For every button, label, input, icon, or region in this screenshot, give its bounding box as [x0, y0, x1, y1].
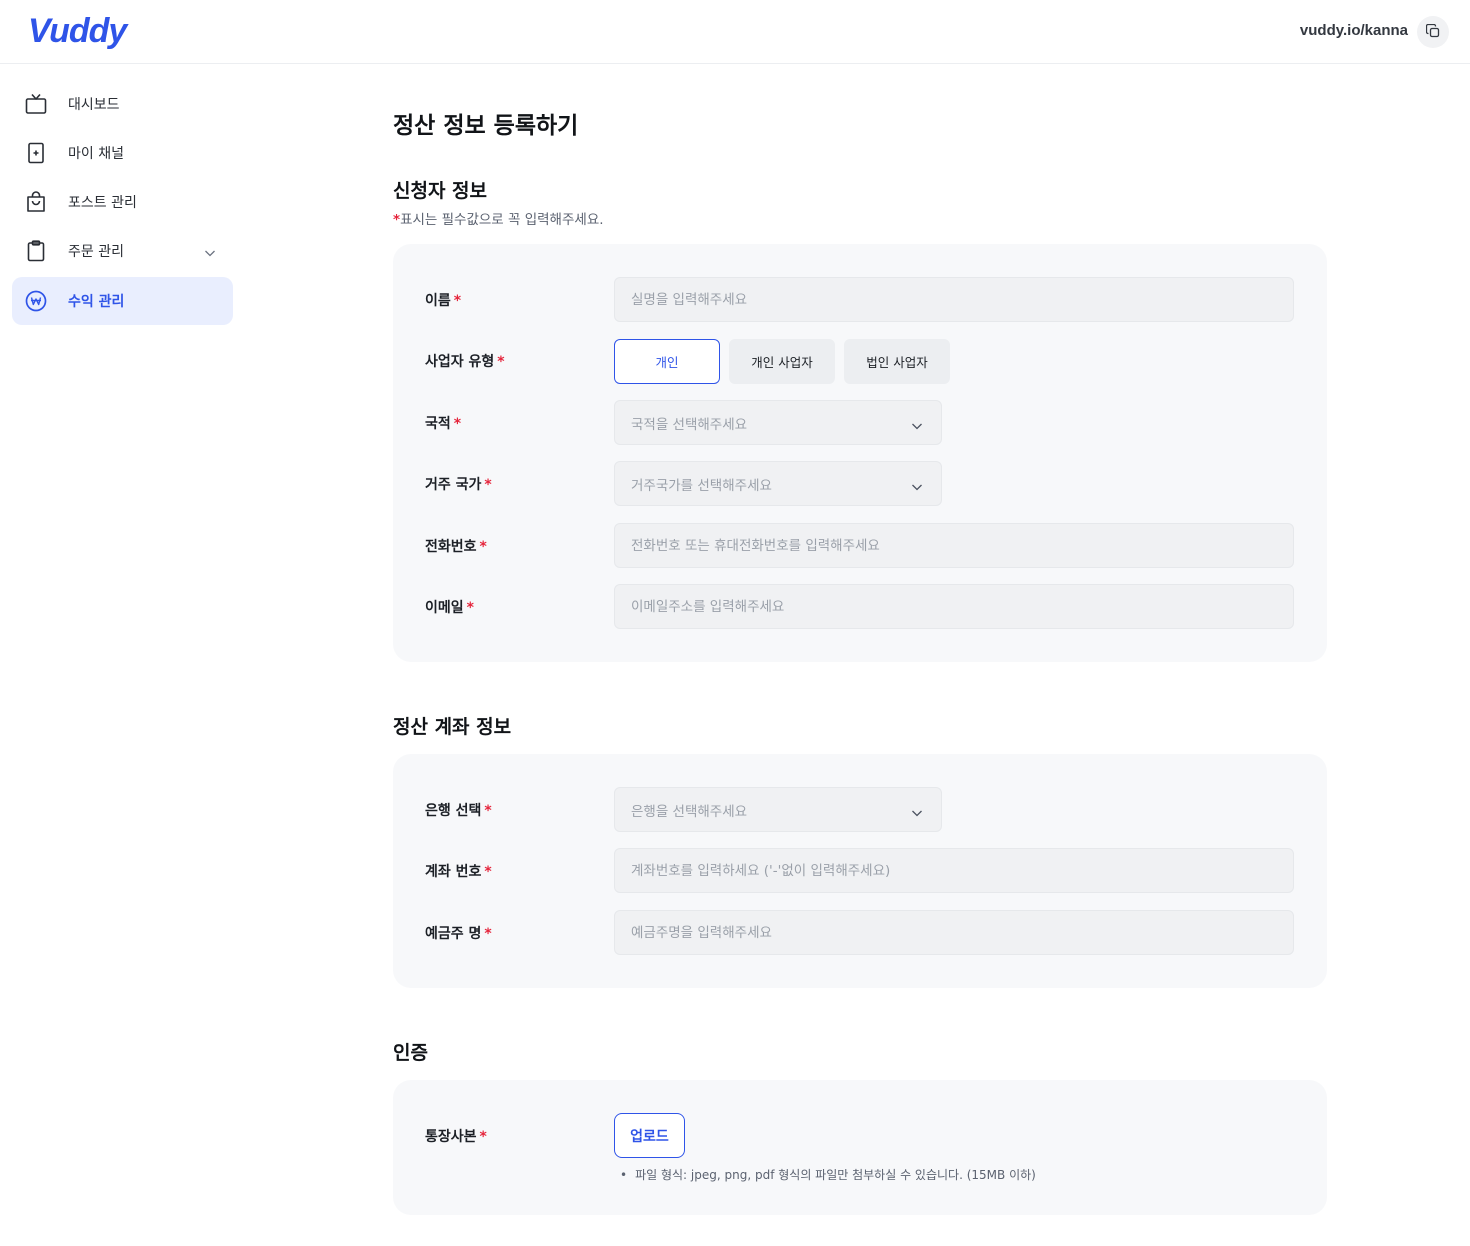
upload-button[interactable]: 업로드: [614, 1113, 685, 1158]
residence-country-placeholder: 거주국가를 선택해주세요: [631, 477, 772, 494]
business-type-label: 사업자 유형 *: [425, 354, 505, 370]
nationality-placeholder: 국적을 선택해주세요: [631, 416, 748, 433]
top-bar: Vuddy vuddy.io/kanna: [0, 0, 1470, 64]
section-title-account: 정산 계좌 정보: [393, 716, 512, 738]
chevron-down-icon: [911, 417, 923, 436]
account-holder-label: 예금주 명 *: [425, 926, 492, 942]
page-title: 정산 정보 등록하기: [393, 113, 579, 139]
shopping-bag-icon: [25, 191, 47, 213]
sidebar-item-label: 포스트 관리: [68, 195, 137, 211]
chevron-down-icon: [911, 478, 923, 497]
phone-label: 전화번호 *: [425, 539, 487, 555]
business-type-individual[interactable]: 개인: [614, 339, 720, 384]
chevron-down-icon: [911, 804, 923, 823]
sidebar-item-revenue[interactable]: 수익 관리: [12, 277, 233, 325]
copy-icon: [1425, 23, 1440, 42]
sidebar-item-label: 대시보드: [68, 97, 120, 113]
sidebar-item-label: 마이 채널: [68, 146, 124, 162]
residence-country-label: 거주 국가 *: [425, 477, 492, 493]
profile-url: vuddy.io/kanna: [1299, 22, 1408, 39]
upload-hint: • 파일 형식: jpeg, png, pdf 형식의 파일만 첨부하실 수 있습…: [620, 1168, 1036, 1182]
account-number-input[interactable]: [614, 848, 1294, 893]
verification-card: 통장사본 * 업로드 • 파일 형식: jpeg, png, pdf 형식의 파일만…: [393, 1080, 1327, 1215]
account-holder-input[interactable]: [614, 910, 1294, 955]
copy-url-button[interactable]: [1417, 16, 1449, 48]
sidebar-item-orders[interactable]: 주문 관리: [12, 227, 233, 275]
sidebar-nav: 대시보드 마이 채널 포스트 관리 주문 관리 수익 관리: [0, 64, 245, 1246]
account-info-card: 은행 선택* 은행을 선택해주세요 계좌 번호* 예금주 명*: [393, 754, 1327, 988]
phone-input[interactable]: [614, 523, 1294, 568]
email-label: 이메일 *: [425, 600, 474, 616]
name-input[interactable]: [614, 277, 1294, 322]
residence-country-select[interactable]: 거주국가를 선택해주세요: [614, 461, 942, 506]
chevron-down-icon[interactable]: [204, 244, 216, 263]
sidebar-item-dashboard[interactable]: 대시보드: [12, 80, 233, 128]
won-icon: [25, 290, 47, 312]
nationality-label: 국적 *: [425, 416, 462, 432]
required-note: *표시는 필수값으로 꼭 입력해주세요.: [393, 212, 604, 228]
vuddy-logo[interactable]: Vuddy: [28, 12, 127, 51]
channel-card-icon: [25, 142, 47, 164]
business-type-sole-proprietor[interactable]: 개인 사업자: [729, 339, 835, 384]
bank-select[interactable]: 은행을 선택해주세요: [614, 787, 942, 832]
tv-icon: [25, 93, 47, 115]
applicant-info-card: 이름* 사업자 유형* 개인 개인 사업자 법인 사업자 국적* 국적을 선택해…: [393, 244, 1327, 662]
section-title-verification: 인증: [393, 1042, 428, 1064]
sidebar-item-label: 주문 관리: [68, 244, 124, 260]
sidebar-item-posts[interactable]: 포스트 관리: [12, 178, 233, 226]
sidebar-item-my-channel[interactable]: 마이 채널: [12, 129, 233, 177]
bank-placeholder: 은행을 선택해주세요: [631, 803, 748, 820]
business-type-corporation[interactable]: 법인 사업자: [844, 339, 950, 384]
section-title-applicant: 신청자 정보: [393, 180, 488, 202]
email-input[interactable]: [614, 584, 1294, 629]
account-number-label: 계좌 번호 *: [425, 864, 492, 880]
clipboard-icon: [25, 240, 47, 262]
bank-label: 은행 선택 *: [425, 803, 492, 819]
sidebar-item-label: 수익 관리: [68, 294, 125, 310]
nationality-select[interactable]: 국적을 선택해주세요: [614, 400, 942, 445]
name-label: 이름 *: [425, 293, 462, 309]
bankbook-copy-label: 통장사본 *: [425, 1129, 487, 1145]
